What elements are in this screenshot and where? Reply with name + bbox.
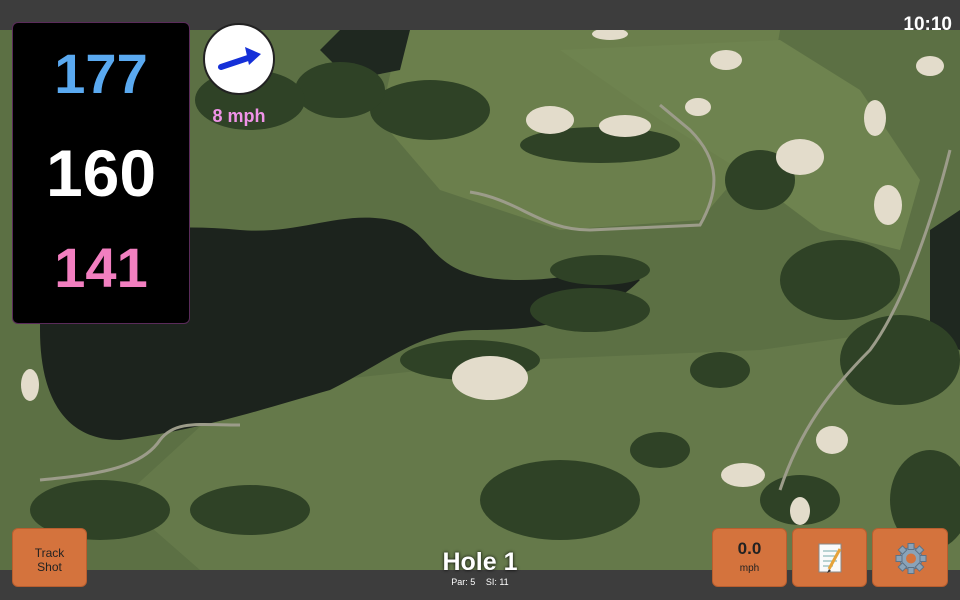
wind-indicator[interactable] bbox=[203, 23, 275, 95]
track-shot-button[interactable]: Track Shot bbox=[12, 528, 87, 587]
track-shot-label-line2: Shot bbox=[37, 560, 62, 574]
distance-front: 141 bbox=[54, 236, 148, 299]
hole-title: Hole 1 bbox=[442, 548, 518, 576]
settings-button[interactable] bbox=[872, 528, 948, 587]
hole-par: Par: 5 bbox=[451, 577, 476, 587]
gear-icon bbox=[895, 543, 927, 574]
hole-info: Par: 5 SI: 11 bbox=[380, 577, 580, 587]
wind-speed-label: 8 mph bbox=[212, 106, 266, 126]
track-shot-label-line1: Track bbox=[34, 546, 65, 560]
distance-middle: 160 bbox=[45, 136, 157, 210]
speed-button[interactable]: 0.0 mph bbox=[712, 528, 787, 587]
hole-stroke-index: SI: 11 bbox=[485, 577, 509, 587]
speed-value: 0.0 bbox=[737, 539, 762, 558]
distance-panel: 177 160 141 bbox=[12, 22, 190, 324]
speed-unit: mph bbox=[739, 563, 760, 574]
notes-button[interactable] bbox=[792, 528, 867, 587]
notepad-icon bbox=[818, 543, 842, 573]
distance-back: 177 bbox=[54, 42, 148, 105]
wind-arrow-icon bbox=[218, 47, 261, 70]
